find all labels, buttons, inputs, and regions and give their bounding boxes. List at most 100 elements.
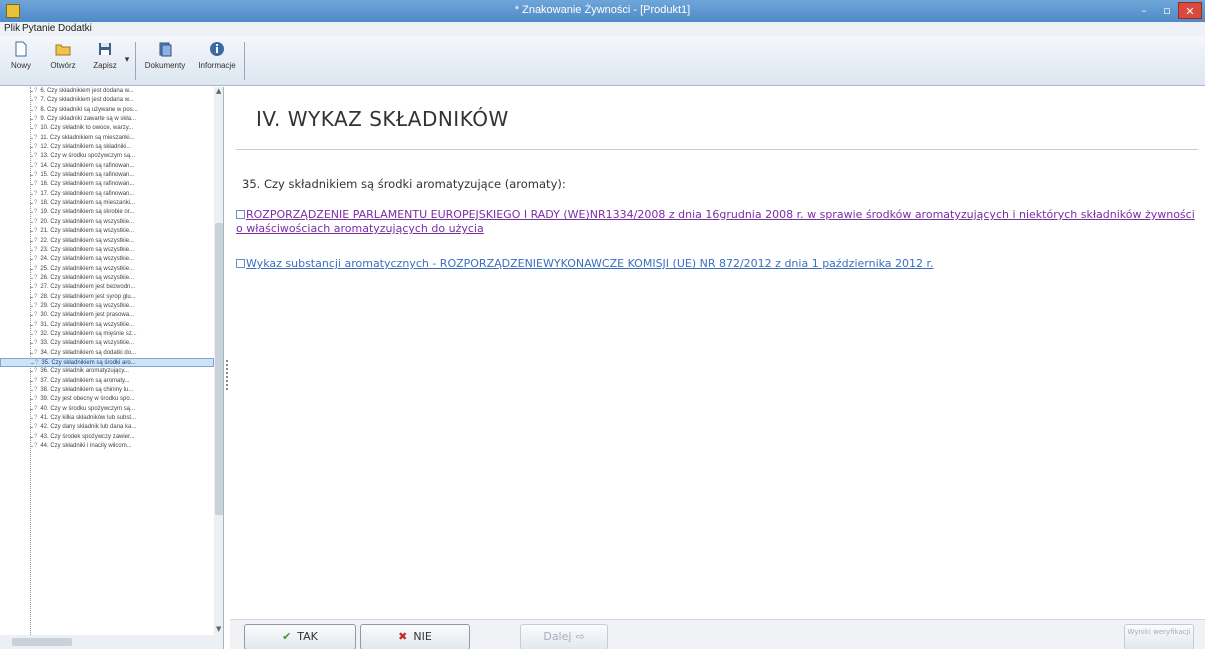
tree-item[interactable]: ? 9. Czy składniki zawarte są w skła... — [0, 115, 214, 124]
documents-icon — [159, 42, 172, 57]
no-button[interactable]: ✖ NIE — [360, 624, 470, 649]
tree-item-label: 21. Czy składnikiem są wszystkie... — [40, 228, 135, 235]
open-label: Otwórz — [50, 61, 76, 70]
tree-item-label: 23. Czy składnikiem są wszystkie... — [40, 246, 135, 253]
question-mark-icon: ? — [35, 359, 39, 366]
open-button[interactable]: Otwórz — [42, 39, 84, 83]
tree-item[interactable]: ? 21. Czy składnikiem są wszystkie... — [0, 227, 214, 236]
tree-item[interactable]: ? 10. Czy składnik to owoce, warzy... — [0, 124, 214, 133]
regulation-link-1334-text[interactable]: ROZPORZĄDZENIE PARLAMENTU EUROPEJSKIEGO … — [236, 208, 1195, 235]
tree-item[interactable]: ? 44. Czy składniki i inacily wilcom... — [0, 442, 214, 451]
tree-item[interactable]: ? 36. Czy składnik aromatyzujący... — [0, 367, 214, 376]
tree-item[interactable]: ? 15. Czy składnikiem są rafinowan... — [0, 171, 214, 180]
folder-icon — [55, 44, 71, 56]
tree-item-label: 42. Czy dany składnik lub dana ka... — [40, 424, 137, 431]
maximize-button[interactable]: ▫ — [1156, 2, 1178, 19]
question-mark-icon: ? — [34, 228, 38, 235]
documents-button[interactable]: Dokumenty — [140, 39, 190, 83]
tree-item[interactable]: ? 43. Czy środek spożywczy zawier... — [0, 433, 214, 442]
tree-item[interactable]: ? 7. Czy składnikiem jest dodana w... — [0, 96, 214, 105]
tree-item-label: 13. Czy w środku spożywczym są... — [40, 153, 136, 160]
question-mark-icon: ? — [34, 302, 38, 309]
tree-item[interactable]: ? 17. Czy składnikiem są rafinowan... — [0, 190, 214, 199]
tree-item[interactable]: ? 20. Czy składnikiem są wszystkie... — [0, 218, 214, 227]
question-mark-icon: ? — [34, 377, 38, 384]
tree-scroll-thumb[interactable] — [215, 223, 223, 515]
question-tree: ? 6. Czy składnikiem jest dodana w...? 7. … — [0, 87, 214, 635]
tree-item[interactable]: ? 23. Czy składnikiem są wszystkie... — [0, 246, 214, 255]
question-mark-icon: ? — [34, 106, 38, 113]
tree-item[interactable]: ? 31. Czy składnikiem są wszystkie... — [0, 321, 214, 330]
tree-item-label: 38. Czy składnikiem są chininy lu... — [40, 387, 134, 393]
tree-item[interactable]: ? 12. Czy składnikiem są składniki... — [0, 143, 214, 152]
minimize-button[interactable]: – — [1132, 2, 1156, 19]
tree-item[interactable]: ? 26. Czy składnikiem są wszystkie... — [0, 274, 214, 283]
scroll-up-icon[interactable]: ▲ — [216, 87, 221, 95]
tree-item[interactable]: ? 40. Czy w środku spożywczym są... — [0, 405, 214, 414]
question-mark-icon: ? — [34, 144, 38, 151]
yes-button[interactable]: ✔ TAK — [244, 624, 356, 649]
tree-item[interactable]: ? 14. Czy składnikiem są rafinowan... — [0, 162, 214, 171]
regulation-link-1334-2008[interactable]: ROZPORZĄDZENIE PARLAMENTU EUROPEJSKIEGO … — [236, 208, 1196, 236]
question-mark-icon: ? — [34, 97, 38, 104]
question-mark-icon: ? — [34, 284, 38, 291]
next-button[interactable]: Dalej ⇨ — [520, 624, 608, 649]
question-mark-icon: ? — [34, 405, 38, 412]
tree-vertical-scrollbar[interactable]: ▲ ▼ — [214, 87, 223, 635]
tree-item[interactable]: ? 18. Czy składnikiem są mieszanki... — [0, 199, 214, 208]
tree-item[interactable]: ? 30. Czy składnikiem jest prasowa... — [0, 311, 214, 320]
toolbar-separator — [244, 42, 245, 80]
info-button[interactable]: Informacje — [192, 39, 242, 83]
tree-item[interactable]: ? 38. Czy składnikiem są chininy lu... — [0, 386, 214, 395]
tree-item[interactable]: ? 34. Czy składnikiem są dodatki do... — [0, 349, 214, 358]
answer-bar: ✔ TAK ✖ NIE Dalej ⇨ Wyniki weryfikacji — [230, 619, 1205, 649]
tree-item[interactable]: ? 8. Czy składniki są używane w pos... — [0, 106, 214, 115]
tree-item[interactable]: ? 39. Czy jest obecny w środku spo... — [0, 395, 214, 404]
tree-item-label: 24. Czy składnikiem są wszystkie... — [40, 256, 135, 263]
tree-item-label: 31. Czy składnikiem są wszystkie... — [40, 321, 135, 328]
tree-item[interactable]: ? 35. Czy składnikiem są środki aro... — [0, 357, 214, 368]
window-title: * Znakowanie Żywności - [Produkt1] — [514, 4, 691, 16]
close-button[interactable]: ✕ — [1178, 2, 1202, 19]
tree-item[interactable]: ? 29. Czy składnikiem są wszystkie... — [0, 302, 214, 311]
tree-horizontal-scrollbar[interactable] — [0, 635, 223, 649]
question-mark-icon: ? — [34, 125, 38, 132]
tree-item[interactable]: ? 28. Czy składnikiem jest syrop glu... — [0, 293, 214, 302]
scroll-down-icon[interactable]: ▼ — [216, 625, 221, 633]
question-mark-icon: ? — [34, 134, 38, 141]
new-button[interactable]: Nowy — [0, 39, 42, 83]
tree-item[interactable]: ? 22. Czy składnikiem są wszystkie... — [0, 237, 214, 246]
tree-item-label: 36. Czy składnik aromatyzujący... — [40, 368, 129, 375]
regulation-link-872-text[interactable]: Wykaz substancji aromatycznych - ROZPORZ… — [246, 257, 934, 270]
tree-item[interactable]: ? 41. Czy kilka składników lub subst... — [0, 414, 214, 423]
tree-item[interactable]: ? 13. Czy w środku spożywczym są... — [0, 152, 214, 161]
content-pane: IV. WYKAZ SKŁADNIKÓW 35. Czy składnikiem… — [230, 87, 1205, 617]
info-icon — [210, 42, 224, 56]
tree-item[interactable]: ? 27. Czy składnikiem jest bezwodn... — [0, 283, 214, 292]
tree-item[interactable]: ? 32. Czy składnikiem są mięśnie sz... — [0, 330, 214, 339]
menu-file[interactable]: Plik — [4, 23, 20, 34]
tree-item[interactable]: ? 37. Czy składnikiem są aromaty... — [0, 377, 214, 386]
question-mark-icon: ? — [34, 190, 38, 197]
panel-splitter[interactable] — [226, 360, 228, 390]
question-mark-icon: ? — [34, 349, 38, 356]
results-button[interactable]: Wyniki weryfikacji — [1124, 624, 1194, 649]
question-mark-icon: ? — [34, 246, 38, 253]
tree-item[interactable]: ? 6. Czy składnikiem jest dodana w... — [0, 87, 214, 96]
question-mark-icon: ? — [34, 387, 38, 393]
tree-item[interactable]: ? 42. Czy dany składnik lub dana ka... — [0, 423, 214, 432]
tree-item-label: 28. Czy składnikiem jest syrop glu... — [40, 293, 136, 300]
question-mark-icon: ? — [34, 162, 38, 169]
tree-item[interactable]: ? 19. Czy składnikiem są skrobie or... — [0, 208, 214, 217]
tree-hscroll-thumb[interactable] — [12, 638, 72, 646]
tree-item[interactable]: ? 33. Czy składnikiem są wszystkie... — [0, 339, 214, 348]
menu-addons[interactable]: Dodatki — [58, 23, 92, 34]
tree-item[interactable]: ? 11. Czy składnikiem są mieszanki... — [0, 134, 214, 143]
tree-item-label: 33. Czy składnikiem są wszystkie... — [40, 340, 135, 347]
tree-item[interactable]: ? 25. Czy składnikiem są wszystkie... — [0, 265, 214, 274]
tree-item-label: 26. Czy składnikiem są wszystkie... — [40, 274, 135, 281]
menu-question[interactable]: Pytanie — [22, 23, 55, 34]
regulation-link-872-2012[interactable]: Wykaz substancji aromatycznych - ROZPORZ… — [236, 257, 1196, 271]
tree-item[interactable]: ? 24. Czy składnikiem są wszystkie... — [0, 255, 214, 264]
tree-item[interactable]: ? 16. Czy składnikiem są rafinowan... — [0, 180, 214, 189]
